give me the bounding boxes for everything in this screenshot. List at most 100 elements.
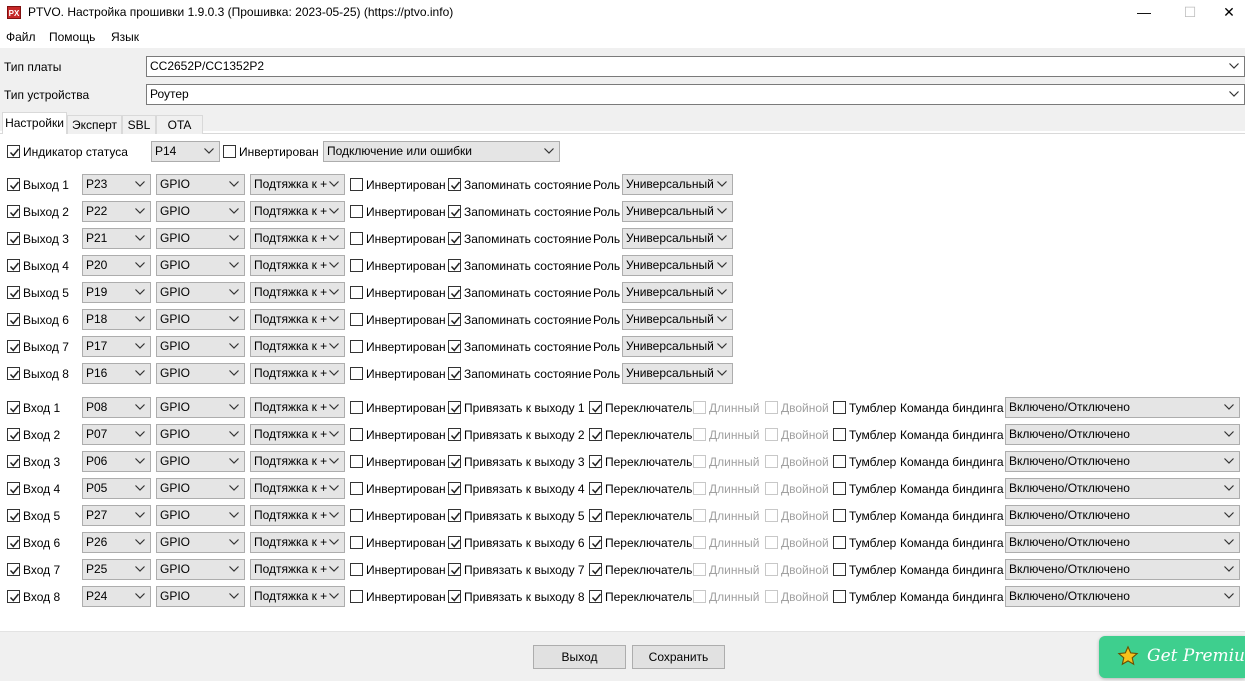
output-1-inverted-checkbox[interactable]: [350, 178, 363, 191]
input-6-mode-select[interactable]: GPIO: [156, 532, 245, 553]
input-4-binding-cmd-select[interactable]: Включено/Отключено: [1005, 478, 1240, 499]
output-5-pin-select[interactable]: P19: [82, 282, 151, 303]
input-5-inverted-checkbox[interactable]: [350, 509, 363, 522]
menu-file[interactable]: Файл: [6, 30, 36, 44]
maximize-button[interactable]: ☐: [1167, 0, 1213, 26]
input-2-toggle-checkbox[interactable]: [833, 428, 846, 441]
output-4-checkbox[interactable]: [7, 259, 20, 272]
minimize-button[interactable]: —: [1121, 0, 1167, 26]
input-3-pin-select[interactable]: P06: [82, 451, 151, 472]
output-6-mode-select[interactable]: GPIO: [156, 309, 245, 330]
status-mode-select[interactable]: Подключение или ошибки: [323, 141, 560, 162]
output-3-remember-checkbox[interactable]: [448, 232, 461, 245]
input-8-inverted-checkbox[interactable]: [350, 590, 363, 603]
input-7-bind-checkbox[interactable]: [448, 563, 461, 576]
input-4-switch-checkbox[interactable]: [589, 482, 602, 495]
output-5-checkbox[interactable]: [7, 286, 20, 299]
input-1-inverted-checkbox[interactable]: [350, 401, 363, 414]
output-6-role-select[interactable]: Универсальный: [622, 309, 733, 330]
input-4-inverted-checkbox[interactable]: [350, 482, 363, 495]
output-7-inverted-checkbox[interactable]: [350, 340, 363, 353]
input-8-checkbox[interactable]: [7, 590, 20, 603]
output-1-pull-select[interactable]: Подтяжка к +: [250, 174, 345, 195]
input-5-toggle-checkbox[interactable]: [833, 509, 846, 522]
input-5-checkbox[interactable]: [7, 509, 20, 522]
output-1-pin-select[interactable]: P23: [82, 174, 151, 195]
input-3-checkbox[interactable]: [7, 455, 20, 468]
output-1-remember-checkbox[interactable]: [448, 178, 461, 191]
output-4-mode-select[interactable]: GPIO: [156, 255, 245, 276]
output-3-inverted-checkbox[interactable]: [350, 232, 363, 245]
menu-language[interactable]: Язык: [111, 30, 139, 44]
input-2-binding-cmd-select[interactable]: Включено/Отключено: [1005, 424, 1240, 445]
output-2-inverted-checkbox[interactable]: [350, 205, 363, 218]
input-2-switch-checkbox[interactable]: [589, 428, 602, 441]
output-4-pull-select[interactable]: Подтяжка к +: [250, 255, 345, 276]
input-7-inverted-checkbox[interactable]: [350, 563, 363, 576]
get-premium-button[interactable]: Get Premium: [1099, 636, 1245, 678]
status-pin-select[interactable]: P14: [151, 141, 220, 162]
input-7-mode-select[interactable]: GPIO: [156, 559, 245, 580]
input-8-pin-select[interactable]: P24: [82, 586, 151, 607]
output-8-remember-checkbox[interactable]: [448, 367, 461, 380]
input-6-pull-select[interactable]: Подтяжка к +: [250, 532, 345, 553]
output-3-pull-select[interactable]: Подтяжка к +: [250, 228, 345, 249]
input-1-mode-select[interactable]: GPIO: [156, 397, 245, 418]
tab-expert[interactable]: Эксперт: [67, 115, 122, 134]
input-1-switch-checkbox[interactable]: [589, 401, 602, 414]
output-8-pin-select[interactable]: P16: [82, 363, 151, 384]
output-7-remember-checkbox[interactable]: [448, 340, 461, 353]
input-1-pin-select[interactable]: P08: [82, 397, 151, 418]
input-5-binding-cmd-select[interactable]: Включено/Отключено: [1005, 505, 1240, 526]
output-2-checkbox[interactable]: [7, 205, 20, 218]
tab-sbl[interactable]: SBL: [122, 115, 156, 134]
output-1-checkbox[interactable]: [7, 178, 20, 191]
input-3-pull-select[interactable]: Подтяжка к +: [250, 451, 345, 472]
input-5-bind-checkbox[interactable]: [448, 509, 461, 522]
input-2-bind-checkbox[interactable]: [448, 428, 461, 441]
input-8-switch-checkbox[interactable]: [589, 590, 602, 603]
input-4-bind-checkbox[interactable]: [448, 482, 461, 495]
device-type-select[interactable]: Роутер: [146, 84, 1245, 105]
input-1-toggle-checkbox[interactable]: [833, 401, 846, 414]
output-8-checkbox[interactable]: [7, 367, 20, 380]
input-8-mode-select[interactable]: GPIO: [156, 586, 245, 607]
output-4-inverted-checkbox[interactable]: [350, 259, 363, 272]
output-5-pull-select[interactable]: Подтяжка к +: [250, 282, 345, 303]
input-8-pull-select[interactable]: Подтяжка к +: [250, 586, 345, 607]
input-3-mode-select[interactable]: GPIO: [156, 451, 245, 472]
input-4-toggle-checkbox[interactable]: [833, 482, 846, 495]
input-1-binding-cmd-select[interactable]: Включено/Отключено: [1005, 397, 1240, 418]
input-8-bind-checkbox[interactable]: [448, 590, 461, 603]
tab-ota[interactable]: OTA: [156, 115, 203, 134]
output-6-pin-select[interactable]: P18: [82, 309, 151, 330]
input-5-mode-select[interactable]: GPIO: [156, 505, 245, 526]
input-7-pin-select[interactable]: P25: [82, 559, 151, 580]
input-4-pull-select[interactable]: Подтяжка к +: [250, 478, 345, 499]
input-3-switch-checkbox[interactable]: [589, 455, 602, 468]
input-7-checkbox[interactable]: [7, 563, 20, 576]
input-8-toggle-checkbox[interactable]: [833, 590, 846, 603]
input-2-mode-select[interactable]: GPIO: [156, 424, 245, 445]
output-5-role-select[interactable]: Универсальный: [622, 282, 733, 303]
input-6-toggle-checkbox[interactable]: [833, 536, 846, 549]
output-7-mode-select[interactable]: GPIO: [156, 336, 245, 357]
input-7-binding-cmd-select[interactable]: Включено/Отключено: [1005, 559, 1240, 580]
status-inverted-checkbox[interactable]: [223, 145, 236, 158]
output-5-inverted-checkbox[interactable]: [350, 286, 363, 299]
input-4-checkbox[interactable]: [7, 482, 20, 495]
input-6-inverted-checkbox[interactable]: [350, 536, 363, 549]
output-8-role-select[interactable]: Универсальный: [622, 363, 733, 384]
output-7-pull-select[interactable]: Подтяжка к +: [250, 336, 345, 357]
input-2-pull-select[interactable]: Подтяжка к +: [250, 424, 345, 445]
output-8-mode-select[interactable]: GPIO: [156, 363, 245, 384]
input-4-mode-select[interactable]: GPIO: [156, 478, 245, 499]
input-6-binding-cmd-select[interactable]: Включено/Отключено: [1005, 532, 1240, 553]
output-2-mode-select[interactable]: GPIO: [156, 201, 245, 222]
input-7-toggle-checkbox[interactable]: [833, 563, 846, 576]
input-4-pin-select[interactable]: P05: [82, 478, 151, 499]
status-indicator-checkbox[interactable]: [7, 145, 20, 158]
input-3-bind-checkbox[interactable]: [448, 455, 461, 468]
output-7-pin-select[interactable]: P17: [82, 336, 151, 357]
exit-button[interactable]: Выход: [533, 645, 626, 669]
